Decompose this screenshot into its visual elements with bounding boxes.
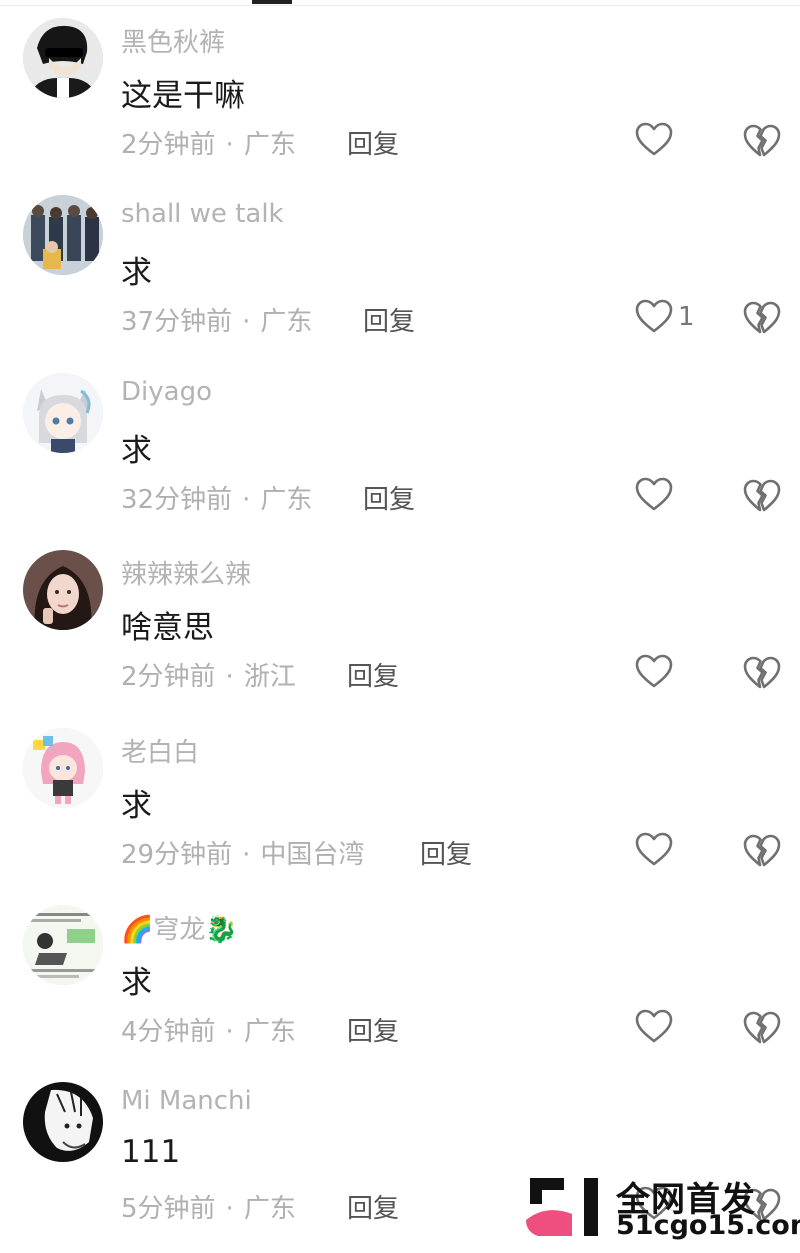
like-button[interactable] (634, 652, 678, 692)
like-button[interactable] (634, 120, 678, 160)
avatar[interactable] (23, 18, 103, 98)
dislike-button[interactable] (742, 299, 782, 339)
comment-location: 浙江 (243, 662, 296, 692)
comment-item: 🌈穹龙🐉 求 4分钟前 · 广东 回复 (0, 887, 800, 1064)
avatar-manga-sketch-icon (23, 1082, 103, 1162)
heart-icon (635, 832, 673, 866)
comment-location: 广东 (260, 485, 313, 515)
reply-button[interactable]: 回复 (363, 479, 415, 516)
comment-item: shall we talk 求 37分钟前 · 广东 回复 1 (0, 177, 800, 354)
like-button[interactable] (634, 475, 678, 515)
reply-button[interactable]: 回复 (347, 1188, 399, 1225)
avatar[interactable] (23, 550, 103, 630)
meta-separator: · (225, 130, 234, 160)
comment-item: 辣辣辣么辣 啥意思 2分钟前 · 浙江 回复 (0, 532, 800, 709)
comment-meta: 2分钟前 · 广东 (121, 124, 296, 161)
comment-time: 2分钟前 (121, 662, 216, 692)
comment-meta: 32分钟前 · 广东 (121, 479, 312, 516)
like-button[interactable]: 1 (634, 297, 695, 337)
comment-username[interactable]: 🌈穹龙🐉 (121, 909, 238, 946)
dislike-button[interactable] (742, 1009, 782, 1049)
comment-text: 啥意思 (121, 610, 214, 646)
comment-item: 黑色秋裤 这是干嘛 2分钟前 · 广东 回复 (0, 0, 800, 177)
comment-meta: 29分钟前 · 中国台湾 (121, 834, 364, 871)
broken-heart-icon (743, 479, 781, 512)
heart-icon (635, 299, 673, 333)
reply-button[interactable]: 回复 (420, 834, 472, 871)
avatar[interactable] (23, 1082, 103, 1162)
comment-username[interactable]: 老白白 (121, 732, 199, 769)
comment-time: 2分钟前 (121, 130, 216, 160)
comment-location: 广东 (243, 1194, 296, 1224)
heart-icon (635, 654, 673, 688)
avatar[interactable] (23, 905, 103, 985)
watermark-logo-icon (526, 1178, 598, 1236)
broken-heart-icon (743, 656, 781, 689)
reply-button[interactable]: 回复 (347, 124, 399, 161)
comment-location: 广东 (243, 1017, 296, 1047)
comment-text: 求 (121, 255, 152, 291)
avatar[interactable] (23, 728, 103, 808)
broken-heart-icon (743, 301, 781, 334)
meta-separator: · (225, 662, 234, 692)
avatar[interactable] (23, 195, 103, 275)
like-button[interactable] (634, 1007, 678, 1047)
comment-item: 老白白 求 29分钟前 · 中国台湾 回复 (0, 710, 800, 887)
meta-separator: · (242, 307, 251, 337)
comment-time: 5分钟前 (121, 1194, 216, 1224)
comment-meta: 5分钟前 · 广东 (121, 1188, 296, 1225)
comment-username[interactable]: 黑色秋裤 (121, 22, 225, 59)
meta-separator: · (242, 485, 251, 515)
avatar-anime-fox-girl-icon (23, 373, 103, 453)
like-count: 1 (678, 302, 695, 332)
comment-meta: 4分钟前 · 广东 (121, 1011, 296, 1048)
watermark: 全网首发 51cgo15.com (524, 1170, 800, 1244)
comment-text: 求 (121, 965, 152, 1001)
comment-meta: 2分钟前 · 浙江 (121, 656, 296, 693)
comment-text: 求 (121, 788, 152, 824)
comment-username[interactable]: Mi Manchi (121, 1086, 252, 1116)
avatar[interactable] (23, 373, 103, 453)
like-button[interactable] (634, 830, 678, 870)
reply-button[interactable]: 回复 (347, 656, 399, 693)
comment-item: Diyago 求 32分钟前 · 广东 回复 (0, 355, 800, 532)
comment-location: 广东 (243, 130, 296, 160)
avatar-dark-sunglasses-icon (23, 18, 103, 98)
comment-location: 广东 (260, 307, 313, 337)
reply-button[interactable]: 回复 (363, 301, 415, 338)
dislike-button[interactable] (742, 477, 782, 517)
comment-location: 中国台湾 (260, 840, 365, 870)
reply-button[interactable]: 回复 (347, 1011, 399, 1048)
heart-icon (635, 1009, 673, 1043)
meta-separator: · (225, 1194, 234, 1224)
broken-heart-icon (743, 834, 781, 867)
comment-username[interactable]: Diyago (121, 377, 212, 407)
comment-time: 29分钟前 (121, 840, 233, 870)
comment-text: 求 (121, 433, 152, 469)
comment-username[interactable]: 辣辣辣么辣 (121, 554, 251, 591)
dislike-button[interactable] (742, 832, 782, 872)
dislike-button[interactable] (742, 654, 782, 694)
avatar-pink-hair-chibi-icon (23, 728, 103, 808)
heart-icon (635, 477, 673, 511)
avatar-group-photo-icon (23, 195, 103, 275)
comment-text: 111 (121, 1134, 181, 1170)
avatar-meme-screenshot-icon (23, 905, 103, 985)
meta-separator: · (225, 1017, 234, 1047)
comment-time: 32分钟前 (121, 485, 233, 515)
dislike-button[interactable] (742, 122, 782, 162)
avatar-woman-selfie-icon (23, 550, 103, 630)
meta-separator: · (242, 840, 251, 870)
watermark-site: 51cgo15.com (616, 1210, 800, 1241)
broken-heart-icon (743, 1011, 781, 1044)
comment-meta: 37分钟前 · 广东 (121, 301, 312, 338)
broken-heart-icon (743, 124, 781, 157)
comment-text: 这是干嘛 (121, 78, 245, 114)
heart-icon (635, 122, 673, 156)
comment-time: 37分钟前 (121, 307, 233, 337)
comment-username[interactable]: shall we talk (121, 199, 284, 229)
comment-time: 4分钟前 (121, 1017, 216, 1047)
